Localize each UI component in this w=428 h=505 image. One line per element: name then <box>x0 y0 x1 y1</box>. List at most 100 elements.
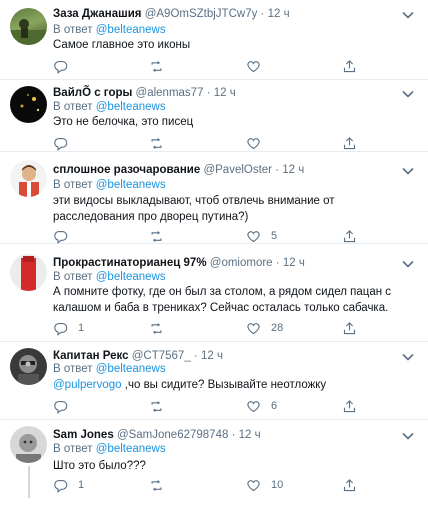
thread-line <box>28 466 30 498</box>
like-button[interactable]: 5 <box>246 228 277 244</box>
tweet-header: ВайлÕ с горы @alenmas77 · 12 ч <box>53 85 236 101</box>
retweet-button[interactable] <box>149 398 174 414</box>
reply-tweet[interactable]: Капитан Рекс @CT7567_ · 12 ч В ответ @be… <box>0 342 428 420</box>
replies-feed: Заза Джанашия @A9OmSZtbjJTCw7y · 12 ч В … <box>0 0 428 505</box>
like-button[interactable]: 10 <box>246 477 283 493</box>
reply-mention-link[interactable]: @belteanews <box>96 179 166 191</box>
display-name[interactable]: Капитан Рекс <box>53 350 129 362</box>
user-handle[interactable]: @A9OmSZtbjJTCw7y <box>145 8 258 20</box>
more-menu-button[interactable] <box>400 429 416 443</box>
like-icon <box>247 137 260 149</box>
display-name[interactable]: Прокрастинаторианец 97% <box>53 257 207 269</box>
dot-separator: · <box>206 87 211 99</box>
share-icon <box>343 478 356 491</box>
chevron-down-icon <box>402 353 414 361</box>
timestamp[interactable]: 12 ч <box>201 350 223 362</box>
more-menu-button[interactable] <box>400 8 416 22</box>
chevron-down-icon <box>402 11 414 19</box>
tweet-text-body: ,чо вы сидите? Вызывайте неотложку <box>121 379 327 391</box>
reply-mention-link[interactable]: @belteanews <box>96 101 166 113</box>
like-button[interactable]: 6 <box>246 398 277 414</box>
reply-icon <box>54 479 68 493</box>
more-menu-button[interactable] <box>400 87 416 101</box>
user-handle[interactable]: @SamJone62798748 <box>117 429 228 441</box>
share-icon <box>343 321 356 334</box>
more-menu-button[interactable] <box>400 257 416 271</box>
display-name[interactable]: ВайлÕ с горы <box>53 87 132 99</box>
share-icon <box>343 136 356 149</box>
reply-context: В ответ @belteanews <box>53 23 166 38</box>
chevron-down-icon <box>402 432 414 440</box>
reply-button[interactable] <box>53 58 78 74</box>
avatar[interactable] <box>10 86 47 123</box>
retweet-button[interactable] <box>149 58 174 74</box>
display-name[interactable]: сплошное разочарование <box>53 164 200 176</box>
avatar[interactable] <box>10 8 47 45</box>
user-mention-link[interactable]: @pulpervogo <box>53 379 122 391</box>
share-button[interactable] <box>342 135 357 151</box>
reply-mention-link[interactable]: @belteanews <box>96 271 166 283</box>
share-button[interactable] <box>342 398 357 414</box>
reply-icon <box>54 230 68 244</box>
more-menu-button[interactable] <box>400 350 416 364</box>
reply-mention-link[interactable]: @belteanews <box>96 443 166 455</box>
reply-tweet[interactable]: ВайлÕ с горы @alenmas77 · 12 ч В ответ @… <box>0 80 428 152</box>
like-count: 28 <box>271 322 284 334</box>
share-button[interactable] <box>342 477 357 493</box>
reply-label: В ответ <box>53 443 93 455</box>
reply-button[interactable]: 1 <box>53 320 84 336</box>
chevron-down-icon <box>402 260 414 268</box>
share-button[interactable] <box>342 228 357 244</box>
reply-button[interactable] <box>53 398 78 414</box>
avatar[interactable] <box>10 254 47 291</box>
timestamp[interactable]: 12 ч <box>268 8 290 20</box>
like-button[interactable] <box>246 135 271 151</box>
like-count: 10 <box>271 479 284 491</box>
user-handle[interactable]: @CT7567_ <box>132 350 191 362</box>
user-handle[interactable]: @omiomore <box>210 257 273 269</box>
reply-label: В ответ <box>53 271 93 283</box>
display-name[interactable]: Sam Jones <box>53 429 114 441</box>
user-handle[interactable]: @PavelOster <box>203 164 272 176</box>
reply-tweet[interactable]: Sam Jones @SamJone62798748 · 12 ч В отве… <box>0 420 428 505</box>
user-handle[interactable]: @alenmas77 <box>136 87 204 99</box>
like-button[interactable]: 28 <box>246 320 283 336</box>
like-icon <box>247 479 260 491</box>
timestamp[interactable]: 12 ч <box>282 164 304 176</box>
tweet-text: эти видосы выкладывают, чтоб отвлечь вни… <box>53 195 335 223</box>
timestamp[interactable]: 12 ч <box>239 429 261 441</box>
share-button[interactable] <box>342 58 357 74</box>
action-bar: 6 <box>53 398 413 414</box>
like-button[interactable] <box>246 58 271 74</box>
reply-button[interactable] <box>53 228 78 244</box>
tweet-text: Это не белочка, это писец <box>53 116 194 128</box>
reply-mention-link[interactable]: @belteanews <box>96 363 166 375</box>
retweet-button[interactable] <box>149 135 174 151</box>
more-menu-button[interactable] <box>400 164 416 178</box>
dot-separator: · <box>275 164 280 176</box>
share-button[interactable] <box>342 320 357 336</box>
action-bar: 1 10 <box>53 477 413 493</box>
retweet-button[interactable] <box>149 320 174 336</box>
reply-tweet[interactable]: Прокрастинаторианец 97% @omiomore · 12 ч… <box>0 244 428 342</box>
share-icon <box>343 399 356 412</box>
reply-label: В ответ <box>53 363 93 375</box>
reply-button[interactable]: 1 <box>53 477 84 493</box>
reply-button[interactable] <box>53 135 78 151</box>
reply-mention-link[interactable]: @belteanews <box>96 24 166 36</box>
avatar[interactable] <box>10 160 47 197</box>
avatar[interactable] <box>10 348 47 385</box>
reply-tweet[interactable]: сплошное разочарование @PavelOster · 12 … <box>0 152 428 244</box>
display-name[interactable]: Заза Джанашия <box>53 8 142 20</box>
action-bar: 1 28 <box>53 320 413 336</box>
retweet-button[interactable] <box>149 477 174 493</box>
tweet-text: Самое главное это иконы <box>53 39 191 51</box>
retweet-button[interactable] <box>149 228 174 244</box>
avatar[interactable] <box>10 426 47 463</box>
reply-tweet[interactable]: Заза Джанашия @A9OmSZtbjJTCw7y · 12 ч В … <box>0 0 428 80</box>
retweet-icon <box>151 60 162 72</box>
retweet-icon <box>151 137 162 149</box>
timestamp[interactable]: 12 ч <box>283 257 305 269</box>
tweet-text: А помните фотку, где он был за столом, а… <box>53 286 392 314</box>
timestamp[interactable]: 12 ч <box>214 87 236 99</box>
